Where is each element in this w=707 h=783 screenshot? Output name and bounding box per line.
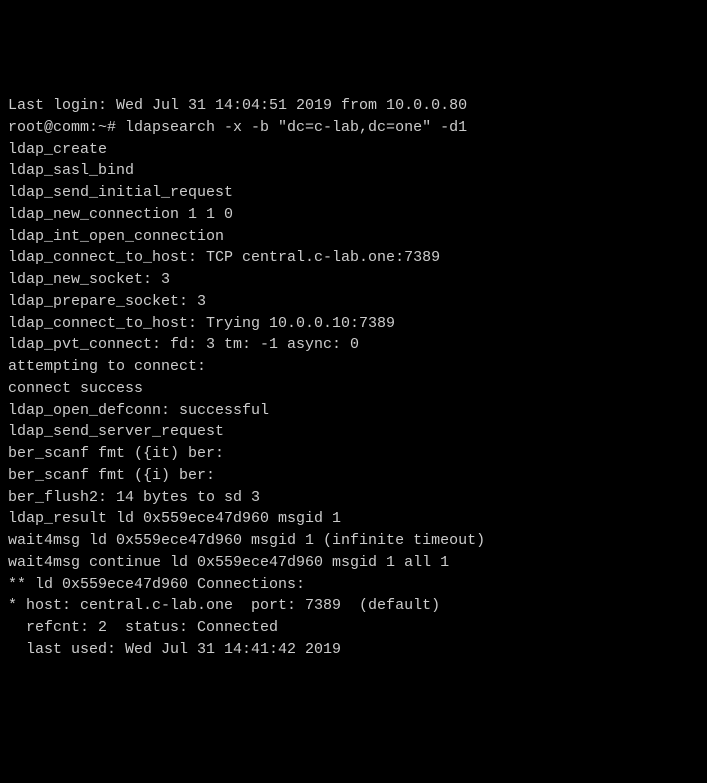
- terminal-line: wait4msg ld 0x559ece47d960 msgid 1 (infi…: [8, 530, 699, 552]
- terminal-line: ldap_connect_to_host: TCP central.c-lab.…: [8, 247, 699, 269]
- terminal-line: ldap_pvt_connect: fd: 3 tm: -1 async: 0: [8, 334, 699, 356]
- terminal-line: ** ld 0x559ece47d960 Connections:: [8, 574, 699, 596]
- terminal-line: ldap_connect_to_host: Trying 10.0.0.10:7…: [8, 313, 699, 335]
- terminal-line: attempting to connect:: [8, 356, 699, 378]
- terminal-line: Last login: Wed Jul 31 14:04:51 2019 fro…: [8, 95, 699, 117]
- terminal-line: ldap_prepare_socket: 3: [8, 291, 699, 313]
- terminal-line: refcnt: 2 status: Connected: [8, 617, 699, 639]
- terminal-line: connect success: [8, 378, 699, 400]
- terminal-line: ldap_new_connection 1 1 0: [8, 204, 699, 226]
- terminal-line: ber_scanf fmt ({it) ber:: [8, 443, 699, 465]
- terminal-line: ldap_send_initial_request: [8, 182, 699, 204]
- terminal-line: last used: Wed Jul 31 14:41:42 2019: [8, 639, 699, 661]
- terminal-line: ldap_result ld 0x559ece47d960 msgid 1: [8, 508, 699, 530]
- terminal-line: ldap_int_open_connection: [8, 226, 699, 248]
- terminal-line: ber_flush2: 14 bytes to sd 3: [8, 487, 699, 509]
- terminal-output[interactable]: Last login: Wed Jul 31 14:04:51 2019 fro…: [8, 95, 699, 674]
- terminal-line: * host: central.c-lab.one port: 7389 (de…: [8, 595, 699, 617]
- terminal-line: root@comm:~# ldapsearch -x -b "dc=c-lab,…: [8, 117, 699, 139]
- terminal-line: ber_scanf fmt ({i) ber:: [8, 465, 699, 487]
- terminal-line: ldap_new_socket: 3: [8, 269, 699, 291]
- terminal-line: ldap_sasl_bind: [8, 160, 699, 182]
- terminal-line: wait4msg continue ld 0x559ece47d960 msgi…: [8, 552, 699, 574]
- terminal-line: ldap_send_server_request: [8, 421, 699, 443]
- terminal-line: ldap_open_defconn: successful: [8, 400, 699, 422]
- terminal-line: ldap_create: [8, 139, 699, 161]
